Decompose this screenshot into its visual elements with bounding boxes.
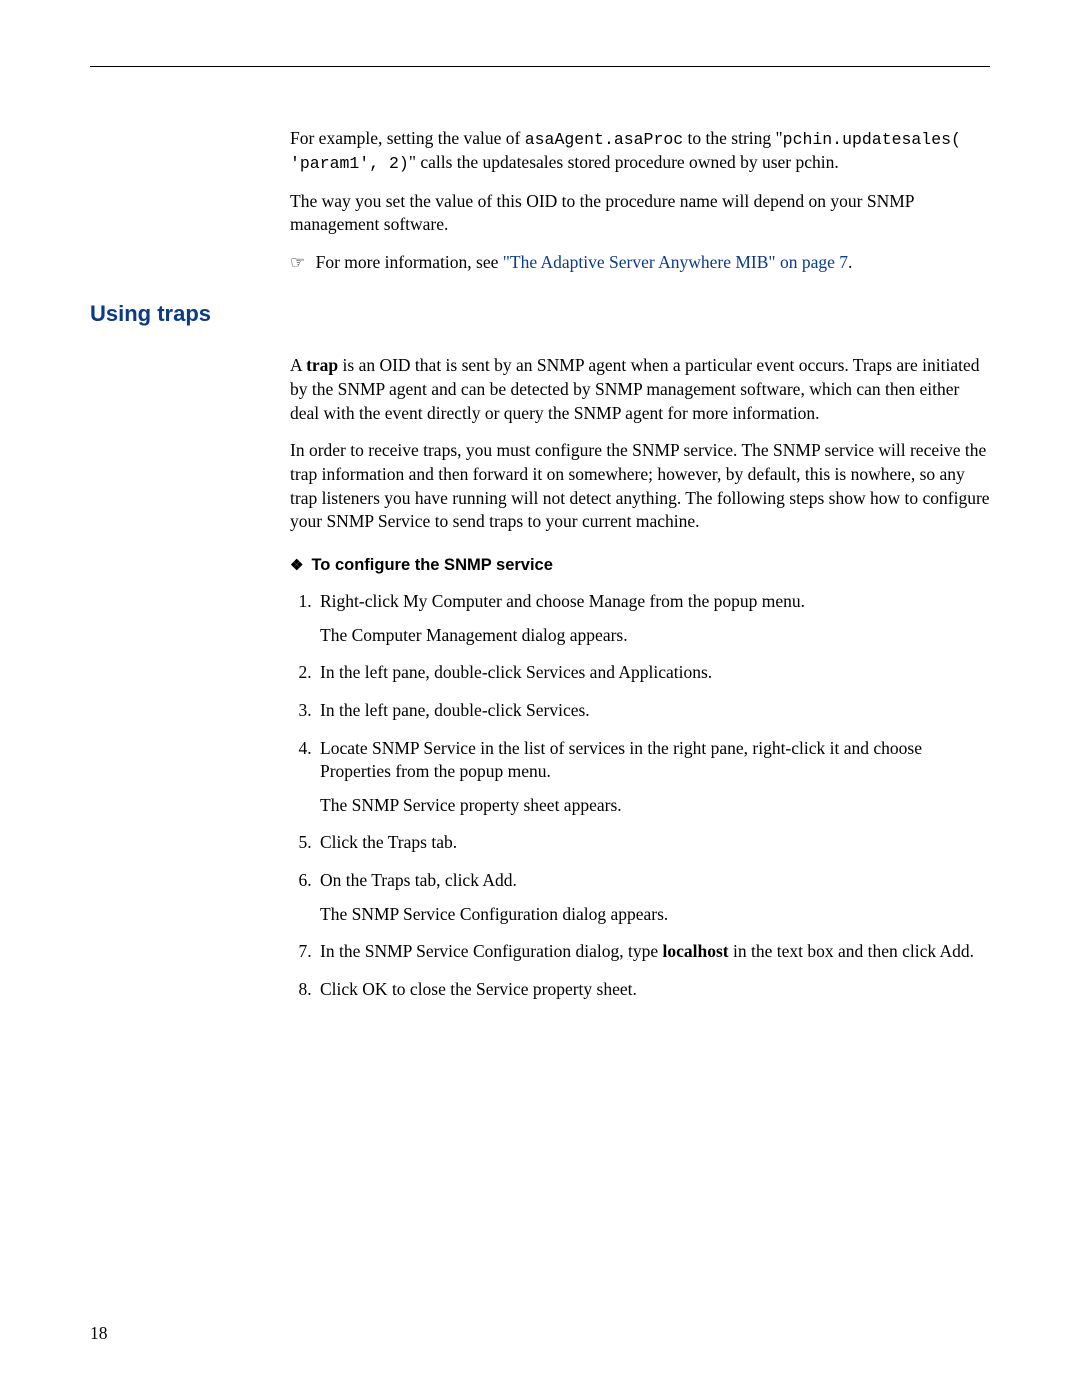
step-text: In the left pane, double-click Services …	[320, 662, 712, 682]
step-8: Click OK to close the Service property s…	[316, 978, 990, 1002]
intro-block: For example, setting the value of asaAge…	[290, 127, 990, 275]
more-info-line: ☞ For more information, see "The Adaptiv…	[290, 251, 990, 275]
section-heading-using-traps: Using traps	[90, 299, 990, 329]
text: .	[848, 252, 852, 272]
section-body: A trap is an OID that is sent by an SNMP…	[290, 354, 990, 1001]
text: is an OID that is sent by an SNMP agent …	[290, 355, 980, 422]
cross-reference-link[interactable]: "The Adaptive Server Anywhere MIB" on pa…	[503, 252, 848, 272]
step-2: In the left pane, double-click Services …	[316, 661, 990, 685]
step-3: In the left pane, double-click Services.	[316, 699, 990, 723]
step-subtext: The SNMP Service property sheet appears.	[320, 794, 990, 818]
step-text: in the text box and then click Add.	[729, 941, 974, 961]
page-number: 18	[90, 1322, 108, 1346]
step-7: In the SNMP Service Configuration dialog…	[316, 940, 990, 964]
bold-term: localhost	[663, 941, 729, 961]
traps-paragraph-1: A trap is an OID that is sent by an SNMP…	[290, 354, 990, 425]
pointer-icon: ☞	[290, 253, 305, 272]
page: For example, setting the value of asaAge…	[0, 0, 1080, 1388]
procedure-title: To configure the SNMP service	[311, 556, 552, 574]
procedure-heading: ❖ To configure the SNMP service	[290, 554, 990, 576]
step-text: Click OK to close the Service property s…	[320, 979, 637, 999]
step-text: Locate SNMP Service in the list of servi…	[320, 738, 922, 782]
bold-term: trap	[306, 355, 338, 375]
step-subtext: The SNMP Service Configuration dialog ap…	[320, 903, 990, 927]
intro-paragraph-1: For example, setting the value of asaAge…	[290, 127, 990, 176]
step-subtext: The Computer Management dialog appears.	[320, 624, 990, 648]
step-text: Click the Traps tab.	[320, 832, 457, 852]
step-text: In the left pane, double-click Services.	[320, 700, 590, 720]
text: A	[290, 355, 306, 375]
text: to the string "	[683, 128, 783, 148]
procedure-steps: Right-click My Computer and choose Manag…	[290, 590, 990, 1002]
text: " calls the updatesales stored procedure…	[409, 152, 839, 172]
header-rule	[90, 66, 990, 67]
intro-paragraph-2: The way you set the value of this OID to…	[290, 190, 990, 237]
step-text: On the Traps tab, click Add.	[320, 870, 517, 890]
traps-paragraph-2: In order to receive traps, you must conf…	[290, 439, 990, 534]
step-1: Right-click My Computer and choose Manag…	[316, 590, 990, 647]
text: For more information, see	[316, 252, 503, 272]
text: For example, setting the value of	[290, 128, 525, 148]
step-4: Locate SNMP Service in the list of servi…	[316, 737, 990, 818]
step-text: Right-click My Computer and choose Manag…	[320, 591, 805, 611]
code-inline: asaAgent.asaProc	[525, 130, 683, 149]
step-5: Click the Traps tab.	[316, 831, 990, 855]
step-text: In the SNMP Service Configuration dialog…	[320, 941, 663, 961]
diamond-icon: ❖	[290, 557, 303, 574]
step-6: On the Traps tab, click Add. The SNMP Se…	[316, 869, 990, 926]
